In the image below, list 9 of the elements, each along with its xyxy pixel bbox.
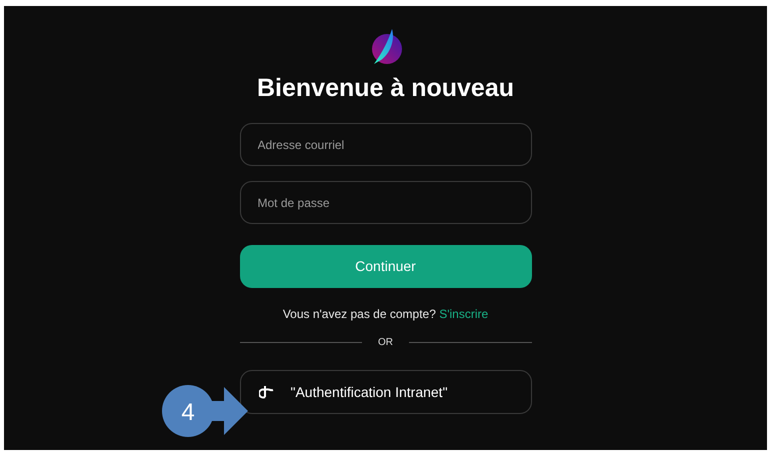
page-title: Bienvenue à nouveau <box>256 73 514 103</box>
signup-prompt: Vous n'avez pas de compte? <box>282 307 436 321</box>
sso-button[interactable]: "Authentification Intranet" <box>240 370 532 414</box>
input-field[interactable]: Mot de passe <box>240 181 532 224</box>
input-field[interactable]: Adresse courriel <box>240 123 532 166</box>
signup-link[interactable]: S'inscrire <box>439 307 488 321</box>
callout-number: 4 <box>181 399 195 426</box>
logo-mark-icon <box>258 385 274 399</box>
divider-label: OR <box>378 336 393 350</box>
